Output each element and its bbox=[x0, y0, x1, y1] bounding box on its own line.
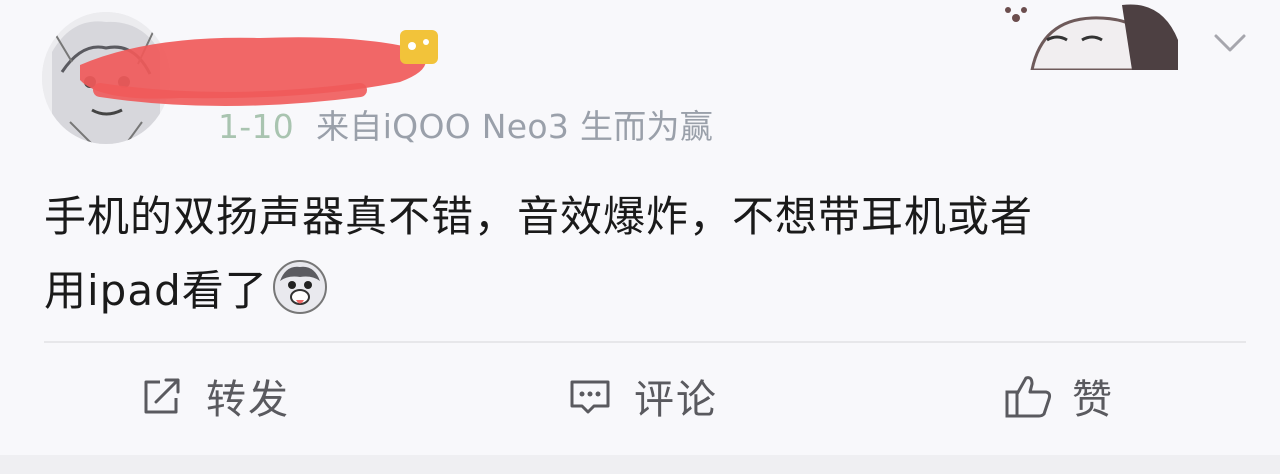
repost-label: 转发 bbox=[206, 377, 290, 423]
divider bbox=[44, 341, 1246, 343]
thumbs-up-icon bbox=[1004, 372, 1054, 420]
share-icon bbox=[140, 374, 184, 418]
post-content-line1: 手机的双扬声器真不错，音效爆炸，不想带耳机或者 bbox=[44, 192, 1034, 241]
weibo-post-card: 1-10 来自iQOO Neo3 生而为赢 手机的双扬声器真不错，音效爆炸，不想带… bbox=[0, 0, 1280, 455]
like-button[interactable]: 赞 bbox=[1004, 370, 1114, 423]
post-content-line2: 用ipad看了 bbox=[44, 266, 268, 315]
chevron-down-icon[interactable] bbox=[1208, 28, 1252, 58]
post-content-line2-wrap: 用ipad看了 bbox=[44, 254, 1234, 328]
repost-button[interactable]: 转发 bbox=[140, 370, 290, 423]
comment-icon bbox=[568, 374, 612, 418]
bottom-separator bbox=[0, 455, 1280, 474]
post-source[interactable]: 来自iQOO Neo3 生而为赢 bbox=[316, 107, 713, 146]
comment-label: 评论 bbox=[634, 377, 718, 423]
cat-sticker bbox=[1002, 0, 1182, 72]
post-time: 1-10 bbox=[218, 107, 295, 146]
like-label: 赞 bbox=[1072, 377, 1114, 423]
husky-emoji bbox=[272, 259, 328, 315]
comment-button[interactable]: 评论 bbox=[568, 370, 718, 423]
post-meta: 1-10 来自iQOO Neo3 生而为赢 bbox=[218, 100, 713, 148]
post-content: 手机的双扬声器真不错，音效爆炸，不想带耳机或者 用ipad看了 bbox=[44, 180, 1234, 328]
